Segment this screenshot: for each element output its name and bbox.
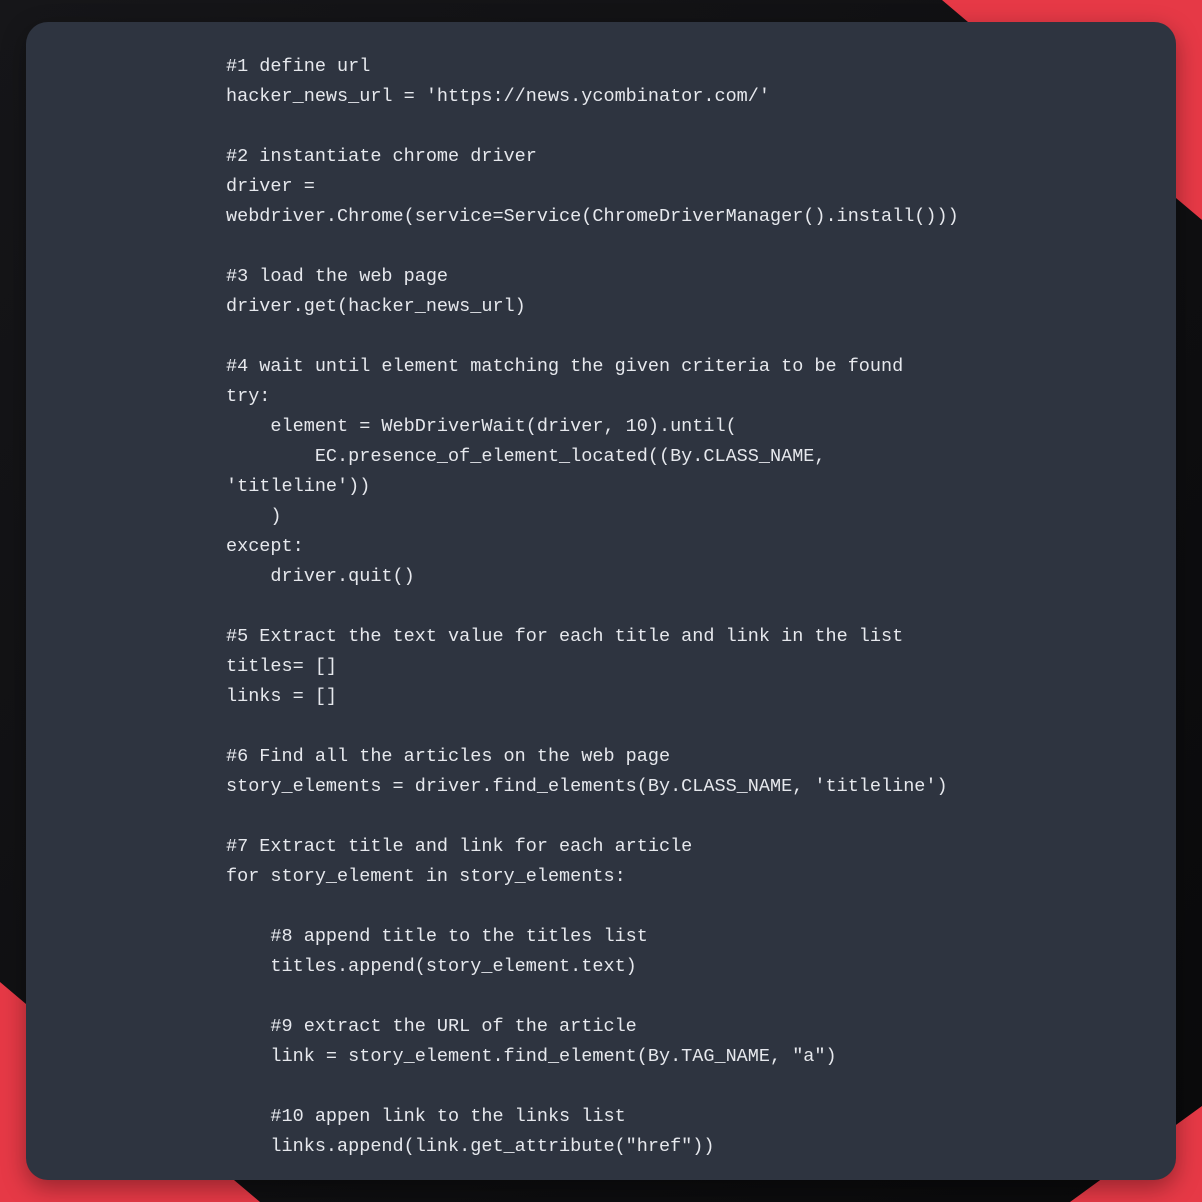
code-block-card: #1 define url hacker_news_url = 'https:/… — [26, 22, 1176, 1180]
code-text: #1 define url hacker_news_url = 'https:/… — [226, 56, 959, 1180]
